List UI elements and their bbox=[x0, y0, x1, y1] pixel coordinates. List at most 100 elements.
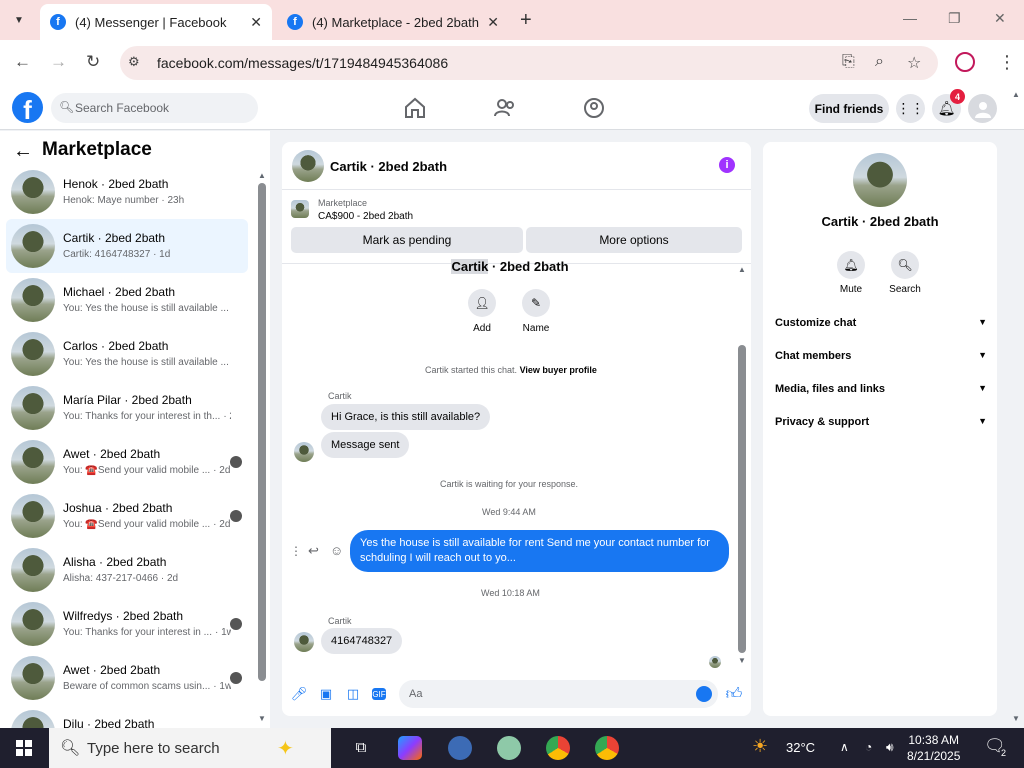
outgoing-message[interactable]: Yes the house is still available for ren… bbox=[350, 530, 729, 572]
sender-avatar[interactable] bbox=[294, 442, 314, 462]
chrome-icon[interactable] bbox=[546, 736, 570, 760]
back-arrow-icon[interactable]: ← bbox=[13, 140, 33, 163]
photo-icon[interactable]: ▣ bbox=[318, 686, 334, 702]
facebook-favicon-icon: f bbox=[287, 14, 303, 30]
incoming-message[interactable]: 4164748327 bbox=[321, 628, 403, 654]
conversation-item[interactable]: Wilfredys · 2bed 2bath You: Thanks for yo… bbox=[6, 597, 248, 651]
chat-title[interactable]: Cartik · 2bed 2bath bbox=[330, 159, 447, 174]
reply-icon[interactable]: ↩ bbox=[308, 543, 319, 559]
facebook-logo-icon[interactable]: f bbox=[12, 92, 43, 123]
browser-menu-icon[interactable]: ⋮ bbox=[998, 52, 1016, 73]
site-info-icon[interactable]: ⚙ bbox=[128, 54, 146, 72]
conversation-item[interactable]: Henok · 2bed 2bath Henok: Maye number · 2… bbox=[6, 165, 248, 219]
conversation-preview: You: Yes the house is still available ..… bbox=[63, 357, 231, 368]
mark-as-pending-button[interactable]: Mark as pending bbox=[291, 227, 523, 253]
listing-thumbnail[interactable] bbox=[291, 200, 309, 218]
microphone-icon[interactable]: 🎤︎ bbox=[291, 686, 308, 702]
chrome-profile-icon[interactable] bbox=[497, 736, 521, 760]
section-privacy-support[interactable]: Privacy & support ▼ bbox=[775, 416, 987, 436]
react-icon[interactable]: ☺ bbox=[330, 543, 343, 558]
install-app-icon[interactable]: ⎘ bbox=[842, 53, 855, 71]
scroll-up-arrow[interactable]: ▲ bbox=[258, 171, 266, 180]
scroll-up-arrow[interactable]: ▲ bbox=[738, 265, 746, 274]
conversation-item[interactable]: María Pilar · 2bed 2bath You: Thanks for … bbox=[6, 381, 248, 435]
more-options-button[interactable]: More options bbox=[526, 227, 742, 253]
name-action[interactable]: ✎ Name bbox=[518, 289, 554, 334]
minimize-icon[interactable]: — bbox=[903, 10, 917, 26]
conversation-item[interactable]: Awet · 2bed 2bath You: ☎️Send your valid … bbox=[6, 435, 248, 489]
copilot-icon[interactable] bbox=[398, 736, 422, 760]
scrollbar-thumb[interactable] bbox=[258, 183, 266, 681]
gif-icon[interactable]: GIF bbox=[372, 688, 386, 700]
omnibox[interactable]: ⚙ facebook.com/messages/t/17194849453640… bbox=[120, 46, 938, 80]
sender-avatar[interactable] bbox=[294, 632, 314, 652]
zoom-icon[interactable]: ⌕ bbox=[875, 53, 884, 71]
conversation-preview: Henok: Maye number · 23h bbox=[63, 195, 231, 206]
reload-icon[interactable]: ↻ bbox=[86, 52, 100, 72]
scroll-down-arrow[interactable]: ▼ bbox=[738, 656, 746, 665]
preview-text: Beware of common scams usin... bbox=[63, 681, 211, 692]
chrome-icon[interactable] bbox=[595, 736, 619, 760]
close-tab-icon[interactable]: ✕ bbox=[250, 14, 262, 31]
incoming-message[interactable]: Message sent bbox=[321, 432, 410, 458]
section-chat-members[interactable]: Chat members ▼ bbox=[775, 350, 987, 370]
emoji-icon[interactable] bbox=[696, 686, 712, 702]
bookmark-star-icon[interactable]: ☆ bbox=[907, 53, 921, 73]
mute-button[interactable]: 🔔︎ Mute bbox=[831, 251, 871, 295]
conversation-item[interactable]: Awet · 2bed 2bath Beware of common scams … bbox=[6, 651, 248, 705]
tab-marketplace[interactable]: f (4) Marketplace - 2bed 2bath | F ✕ bbox=[277, 4, 509, 40]
url-text[interactable]: facebook.com/messages/t/1719484945364086 bbox=[157, 55, 448, 71]
sticker-icon[interactable]: ◫ bbox=[345, 686, 361, 702]
browser-profile-icon[interactable] bbox=[955, 52, 975, 72]
conversation-item[interactable]: Carlos · 2bed 2bath You: Yes the house is… bbox=[6, 327, 248, 381]
friends-icon[interactable] bbox=[493, 96, 517, 120]
incoming-message[interactable]: Hi Grace, is this still available? bbox=[321, 404, 491, 430]
info-icon[interactable]: i bbox=[719, 157, 735, 173]
conversation-item[interactable]: Dilu · 2bed 2bath bbox=[6, 705, 248, 728]
menu-grid-icon[interactable]: ⋮⋮ bbox=[896, 94, 925, 123]
more-actions-icon[interactable]: ⋮ bbox=[290, 544, 302, 558]
forward-icon[interactable]: → bbox=[50, 52, 67, 72]
restore-icon[interactable]: ❐ bbox=[948, 10, 961, 27]
clock[interactable]: 10:38 AM 8/21/2025 bbox=[907, 732, 960, 764]
find-friends-button[interactable]: Find friends bbox=[809, 94, 889, 123]
scroll-down-arrow[interactable]: ▼ bbox=[258, 714, 266, 723]
app-icon[interactable] bbox=[448, 736, 472, 760]
facebook-search[interactable]: 🔍︎ bbox=[51, 93, 258, 123]
view-buyer-profile-link[interactable]: View buyer profile bbox=[520, 365, 597, 375]
conversation-item[interactable]: Joshua · 2bed 2bath You: ☎️Send your vali… bbox=[6, 489, 248, 543]
conversation-item[interactable]: Alisha · 2bed 2bath Alisha: 437-217-0466 … bbox=[6, 543, 248, 597]
weather-temp[interactable]: 32°C bbox=[786, 740, 815, 755]
chat-avatar[interactable] bbox=[292, 150, 324, 182]
back-icon[interactable]: ← bbox=[14, 52, 31, 72]
weather-icon[interactable]: ☀ bbox=[752, 736, 768, 757]
conversation-item[interactable]: Cartik · 2bed 2bath Cartik: 4164748327 · … bbox=[6, 219, 248, 273]
tab-messenger[interactable]: f (4) Messenger | Facebook ✕ bbox=[40, 4, 272, 40]
close-window-icon[interactable]: ✕ bbox=[994, 10, 1006, 27]
add-action[interactable]: 👤︎ Add bbox=[468, 289, 496, 334]
page-scroll-up-arrow[interactable]: ▲ bbox=[1012, 90, 1022, 99]
contact-avatar[interactable] bbox=[853, 153, 907, 207]
home-icon[interactable] bbox=[403, 96, 427, 120]
close-tab-icon[interactable]: ✕ bbox=[487, 14, 499, 31]
section-media-files-links[interactable]: Media, files and links ▼ bbox=[775, 383, 987, 403]
search-input[interactable] bbox=[75, 93, 250, 123]
tab-search-dropdown-icon[interactable]: ▼ bbox=[8, 9, 30, 31]
section-customize-chat[interactable]: Customize chat ▼ bbox=[775, 317, 987, 337]
task-view-icon[interactable]: ⧉ bbox=[349, 736, 373, 760]
scrollbar-thumb[interactable] bbox=[738, 345, 746, 653]
conversation-item[interactable]: Michael · 2bed 2bath You: Yes the house i… bbox=[6, 273, 248, 327]
tray-expand-icon[interactable]: ∧ bbox=[840, 740, 849, 754]
network-icon[interactable]: ◔ bbox=[865, 740, 872, 754]
thumbs-up-icon[interactable]: 👍︎ bbox=[726, 686, 743, 703]
groups-icon[interactable] bbox=[582, 96, 606, 120]
account-avatar[interactable] bbox=[968, 94, 997, 123]
volume-icon[interactable]: 🔊︎ bbox=[886, 740, 894, 755]
taskbar-search[interactable]: 🔍︎ Type here to search ✦ bbox=[49, 728, 331, 768]
windows-start-icon[interactable] bbox=[16, 740, 32, 756]
search-button[interactable]: 🔍︎ Search bbox=[885, 251, 925, 295]
new-tab-button[interactable]: + bbox=[520, 9, 532, 32]
page-scroll-down-arrow[interactable]: ▼ bbox=[1012, 714, 1022, 723]
listing-price[interactable]: CA$900 - 2bed 2bath bbox=[318, 211, 413, 222]
message-input[interactable]: Aa bbox=[399, 680, 718, 708]
